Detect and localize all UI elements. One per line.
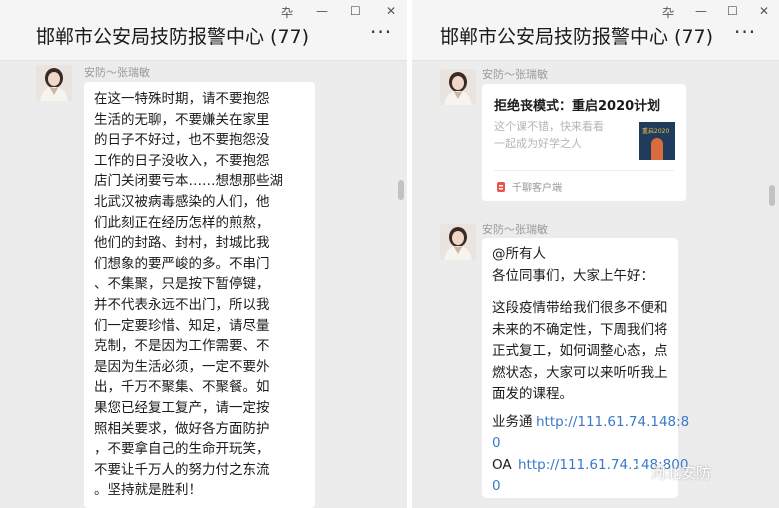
wechat-logo-icon — [627, 463, 647, 479]
card-source: 千聊客户端 — [512, 183, 562, 194]
message-list[interactable]: 安防～张瑞敏 在这一特殊时期，请不要抱怨 生活的无聊，不要嫌关在家里 的日子不好过，… — [0, 61, 407, 508]
pin-icon[interactable]: 卆 — [662, 4, 674, 21]
thumbnail-text: 重启2020 — [642, 128, 670, 135]
link-url-tail[interactable]: 0 — [492, 474, 501, 499]
close-icon[interactable]: ✕ — [759, 4, 769, 18]
maximize-icon[interactable]: ☐ — [350, 4, 361, 18]
close-icon[interactable]: ✕ — [386, 4, 396, 18]
thumbnail-figure-icon — [651, 138, 663, 160]
maximize-icon[interactable]: ☐ — [727, 4, 738, 18]
right-titlebar: 卆 — ☐ ✕ 邯郸市公安局技防报警中心 (77) ··· — [412, 0, 779, 61]
scrollbar-thumb[interactable] — [398, 180, 404, 200]
avatar-portrait-icon — [36, 65, 72, 101]
message-line: 面发的课程。 — [492, 386, 573, 402]
left-titlebar: 卆 — ☐ ✕ 邯郸市公安局技防报警中心 (77) ··· — [0, 0, 407, 61]
avatar-portrait-icon — [440, 69, 476, 105]
greeting-line: 各位同事们，大家上午好： — [492, 268, 654, 284]
more-options-icon[interactable]: ··· — [734, 22, 756, 42]
avatar[interactable] — [440, 224, 476, 260]
link-url[interactable]: http://111.61.74.148:8 — [536, 410, 689, 435]
avatar[interactable] — [36, 65, 72, 101]
card-thumbnail: 重启2020 — [639, 122, 675, 160]
chat-title: 邯郸市公安局技防报警中心 (77) — [440, 26, 714, 48]
message-bubble[interactable]: 在这一特殊时期，请不要抱怨 生活的无聊，不要嫌关在家里 的日子不好过，也不要抱怨没工… — [84, 82, 315, 508]
link-url-tail[interactable]: 0 — [492, 431, 501, 456]
left-chat-window: 卆 — ☐ ✕ 邯郸市公安局技防报警中心 (77) ··· 安防～张瑞敏 在这一… — [0, 0, 407, 508]
avatar-portrait-icon — [440, 224, 476, 260]
chat-title: 邯郸市公安局技防报警中心 (77) — [36, 26, 310, 48]
more-options-icon[interactable]: ··· — [370, 22, 392, 42]
minimize-icon[interactable]: — — [695, 4, 707, 18]
card-title: 拒绝丧模式：重启2020计划 — [494, 99, 661, 114]
avatar[interactable] — [440, 69, 476, 105]
message-bubble[interactable]: @所有人 各位同事们，大家上午好： 这段疫情带给我们很多不便和 未来的不确定性，下… — [482, 238, 689, 499]
scrollbar-thumb[interactable] — [769, 185, 775, 206]
card-separator — [494, 170, 674, 171]
share-card[interactable]: 拒绝丧模式：重启2020计划 这个课不错，快来看看 一起成为好学之人 重启202… — [482, 84, 686, 201]
sender-name: 安防～张瑞敏 — [482, 68, 548, 81]
watermark-text: 河北安防 — [651, 464, 712, 482]
sender-name: 安防～张瑞敏 — [482, 223, 548, 236]
message-line: 。坚持就是胜利！ — [94, 482, 202, 499]
sender-name: 安防～张瑞敏 — [84, 66, 150, 79]
card-description: 这个课不错，快来看看 — [494, 120, 604, 133]
pin-icon[interactable]: 卆 — [281, 4, 293, 21]
qianliao-logo-icon — [496, 178, 506, 192]
card-description: 一起成为好学之人 — [494, 137, 582, 150]
mention-line: @所有人 — [492, 246, 546, 262]
minimize-icon[interactable]: — — [316, 4, 328, 18]
right-chat-window: 卆 — ☐ ✕ 邯郸市公安局技防报警中心 (77) ··· 安防～张瑞敏 拒绝丧… — [412, 0, 779, 508]
message-list[interactable]: 安防～张瑞敏 拒绝丧模式：重启2020计划 这个课不错，快来看看 一起成为好学之… — [412, 61, 779, 508]
